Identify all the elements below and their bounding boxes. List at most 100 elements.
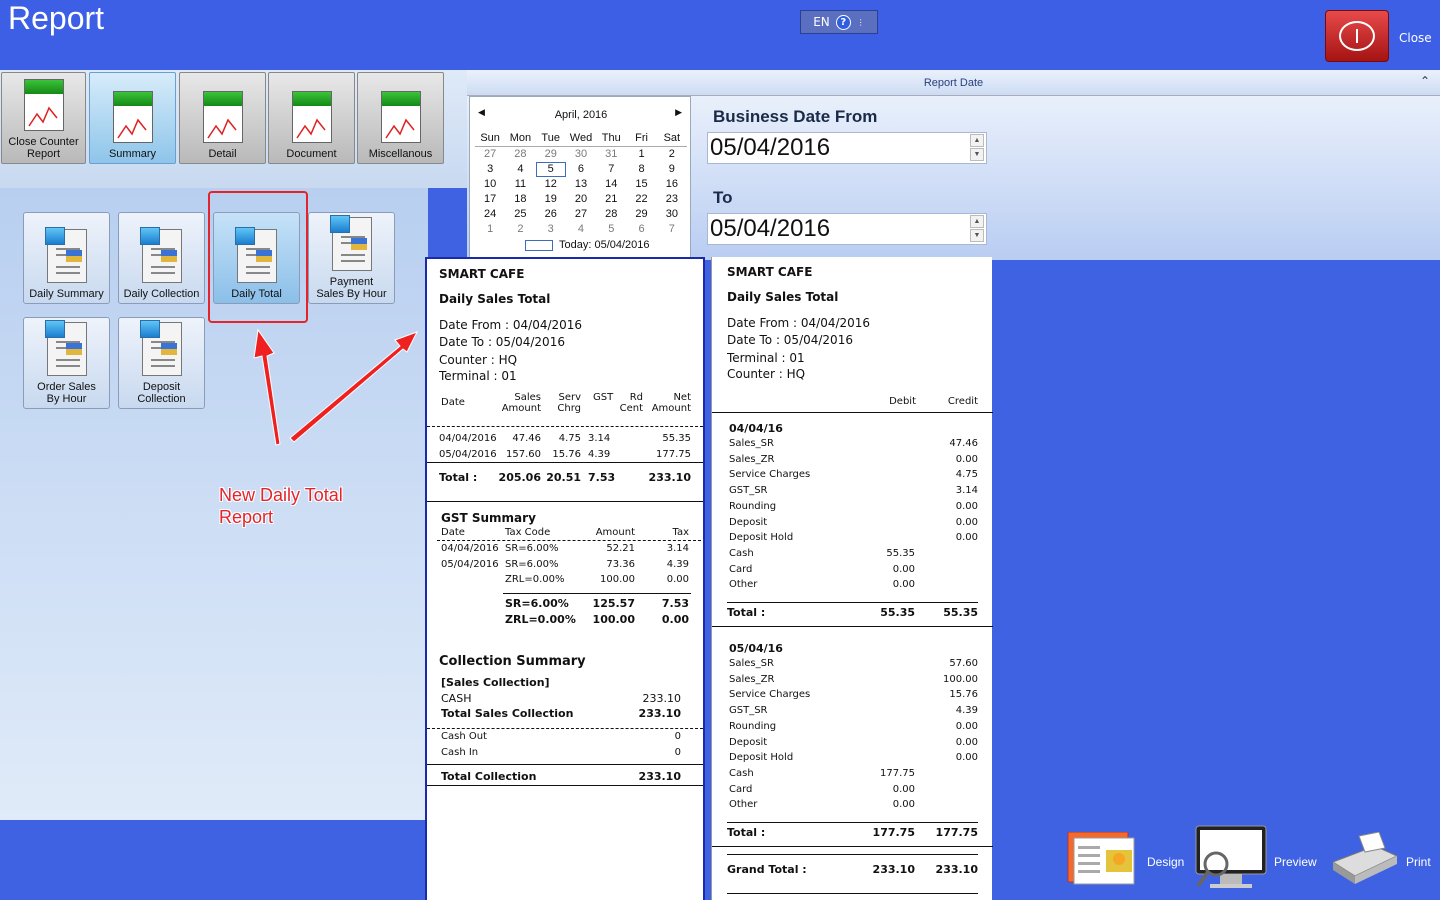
calendar-day[interactable]: 11	[505, 177, 535, 192]
ledger-cell: 0.00	[955, 752, 978, 764]
date-from: Date From : 04/04/2016	[439, 318, 583, 332]
calendar-day[interactable]: 18	[505, 192, 535, 207]
tab-close-counter-report[interactable]: Close Counter Report	[1, 72, 86, 164]
ledger-date: 04/04/16	[729, 422, 783, 435]
weekday: Wed	[569, 132, 593, 144]
calendar-day[interactable]: 7	[657, 222, 687, 237]
help-icon[interactable]: ?	[835, 14, 851, 30]
tab-detail[interactable]: Detail	[179, 72, 266, 164]
calendar-day[interactable]: 24	[475, 207, 505, 222]
spin-up-icon[interactable]: ▲	[970, 134, 984, 147]
calendar-day[interactable]: 17	[475, 192, 505, 207]
calendar-day[interactable]: 27	[566, 207, 596, 222]
calendar-day[interactable]: 20	[566, 192, 596, 207]
ledger-cell: 0.00	[892, 783, 915, 795]
calendar-day[interactable]: 7	[596, 162, 626, 177]
calendar-day[interactable]: 29	[626, 207, 656, 222]
calendar-day[interactable]: 15	[626, 177, 656, 192]
calendar-day[interactable]: 16	[657, 177, 687, 192]
preview-label[interactable]: Preview	[1274, 855, 1317, 869]
calendar-day[interactable]: 1	[475, 222, 505, 237]
date-from-input[interactable]: 05/04/2016 ▲ ▼	[707, 132, 987, 164]
report-payment-sales-by-hour[interactable]: Payment Sales By Hour	[308, 212, 395, 304]
calendar-weekdays: Sun Mon Tue Wed Thu Fri Sat	[475, 131, 687, 146]
calendar-day[interactable]: 2	[657, 147, 687, 162]
print-button[interactable]	[1325, 831, 1401, 886]
calendar-day[interactable]: 31	[596, 147, 626, 162]
total-collection-label: Total Collection	[441, 770, 537, 783]
calendar-day[interactable]: 9	[657, 162, 687, 177]
report-deposit-collection[interactable]: Deposit Collection	[118, 317, 205, 409]
spin-down-icon[interactable]: ▼	[970, 148, 984, 161]
calendar-day[interactable]: 14	[596, 177, 626, 192]
chart-report-icon	[380, 91, 421, 143]
calendar-day[interactable]: 30	[657, 207, 687, 222]
print-label[interactable]: Print	[1406, 855, 1431, 869]
total-sales: 205.06	[498, 471, 541, 484]
design-button[interactable]	[1066, 831, 1142, 886]
report-date-bar[interactable]: Report Date ⌃	[467, 70, 1440, 96]
calendar-day[interactable]: 21	[596, 192, 626, 207]
total-sales-collection-value: 233.10	[638, 707, 681, 720]
collapse-icon[interactable]: ⌃	[1420, 74, 1430, 88]
calendar-day[interactable]: 25	[505, 207, 535, 222]
gst-cell: 52.21	[606, 543, 635, 554]
report-order-sales-by-hour[interactable]: Order Sales By Hour	[23, 317, 110, 409]
design-label[interactable]: Design	[1147, 855, 1184, 869]
calendar-day[interactable]: 27	[475, 147, 505, 162]
calendar-day[interactable]: 5	[535, 162, 566, 177]
date-to-input[interactable]: 05/04/2016 ▲ ▼	[707, 213, 987, 245]
calendar-day[interactable]: 22	[626, 192, 656, 207]
tab-miscellanous[interactable]: Miscellanous	[357, 72, 444, 164]
calendar-day[interactable]: 30	[566, 147, 596, 162]
calendar-day[interactable]: 4	[505, 162, 535, 177]
calendar-day[interactable]: 13	[566, 177, 596, 192]
calendar-day[interactable]: 28	[596, 207, 626, 222]
calendar-day[interactable]: 5	[596, 222, 626, 237]
calendar-day[interactable]: 3	[536, 222, 566, 237]
col-net: Net Amount	[647, 392, 691, 414]
calendar-day[interactable]: 2	[505, 222, 535, 237]
ledger-cell: 55.35	[886, 547, 915, 559]
report-daily-summary[interactable]: Daily Summary	[23, 212, 110, 304]
divider	[427, 764, 703, 765]
calendar[interactable]: ◀ ▶ April, 2016 Sun Mon Tue Wed Thu Fri …	[469, 96, 691, 258]
close-button[interactable]	[1325, 10, 1389, 62]
tab-document[interactable]: Document	[268, 72, 355, 164]
calendar-day[interactable]: 4	[566, 222, 596, 237]
ledger-date: 05/04/16	[729, 642, 783, 655]
preview-button[interactable]	[1194, 824, 1268, 894]
today-link[interactable]: Today: 05/04/2016	[525, 239, 650, 251]
ledger-cell: GST_SR	[729, 705, 768, 717]
calendar-day[interactable]: 26	[536, 207, 566, 222]
report-label: Daily Summary	[29, 288, 104, 300]
calendar-day[interactable]: 29	[536, 147, 566, 162]
calendar-day[interactable]: 6	[566, 162, 596, 177]
sales-cell: 47.46	[512, 433, 541, 444]
calendar-day[interactable]: 1	[626, 147, 656, 162]
calendar-day[interactable]: 8	[626, 162, 656, 177]
calendar-day[interactable]: 3	[475, 162, 505, 177]
calendar-day[interactable]: 10	[475, 177, 505, 192]
gst-summary-title: GST Summary	[441, 511, 536, 525]
ledger-total: Total :	[727, 606, 766, 619]
tab-summary[interactable]: Summary	[89, 72, 176, 164]
spin-up-icon[interactable]: ▲	[970, 215, 984, 228]
spin-down-icon[interactable]: ▼	[970, 229, 984, 242]
calendar-day[interactable]: 19	[536, 192, 566, 207]
sales-cell: 15.76	[552, 449, 581, 460]
annotation-text: New Daily Total Report	[219, 484, 369, 528]
calendar-day[interactable]: 28	[505, 147, 535, 162]
report-daily-collection[interactable]: Daily Collection	[118, 212, 205, 304]
calendar-day[interactable]: 12	[536, 177, 566, 192]
date-from-value: 05/04/2016	[710, 134, 831, 161]
close-label[interactable]: Close	[1399, 31, 1432, 45]
sales-cell: 4.39	[588, 449, 611, 460]
ledger-cell: Sales_SR	[729, 658, 774, 669]
language-selector[interactable]: EN ? ⋮	[800, 10, 878, 34]
preview-icon	[1195, 825, 1267, 888]
counter: Counter : HQ	[727, 367, 806, 381]
calendar-day[interactable]: 6	[626, 222, 656, 237]
ledger-cell: Cash	[729, 767, 754, 779]
calendar-day[interactable]: 23	[657, 192, 687, 207]
